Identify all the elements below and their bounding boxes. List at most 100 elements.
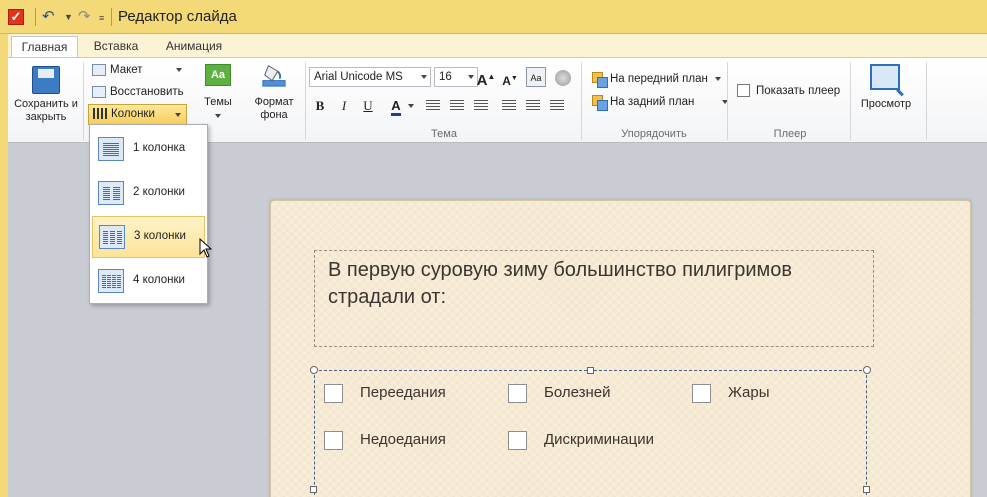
increase-font-icon[interactable]: A▲ xyxy=(476,67,496,89)
group-divider xyxy=(727,62,728,140)
restore-button[interactable]: Восстановить xyxy=(92,82,184,102)
font-color-icon[interactable]: A xyxy=(386,96,406,116)
tab-insert[interactable]: Вставка xyxy=(86,36,146,58)
font-name-value: Arial Unicode MS xyxy=(314,71,403,83)
menu-item-1-column[interactable]: 1 колонка xyxy=(92,129,205,171)
answer-checkbox[interactable] xyxy=(324,383,343,403)
show-player-check-icon xyxy=(737,84,750,98)
menu-item-4-columns[interactable]: 4 колонки xyxy=(92,261,205,303)
answer-checkbox[interactable] xyxy=(508,383,527,403)
align-left-icon[interactable] xyxy=(426,100,440,112)
font-size-value: 16 xyxy=(439,71,452,83)
decrease-indent-icon[interactable] xyxy=(526,100,540,112)
answer-label: Жары xyxy=(728,384,770,401)
tab-home[interactable]: Главная xyxy=(11,36,78,58)
answer-checkbox[interactable] xyxy=(324,430,343,450)
align-center-icon[interactable] xyxy=(450,100,464,112)
player-group-label: Плеер xyxy=(773,128,807,140)
one-column-icon xyxy=(98,137,124,161)
menu-item-2-columns[interactable]: 2 колонки xyxy=(92,173,205,215)
group-divider xyxy=(305,62,306,140)
resize-handle-top-right[interactable] xyxy=(863,366,871,374)
underline-icon[interactable]: U xyxy=(358,96,378,116)
ribbon-tab-bar: Главная Вставка Анимация xyxy=(8,34,987,58)
save-close-label: Сохранить и закрыть xyxy=(14,98,78,123)
answer-checkbox[interactable] xyxy=(508,430,527,450)
bring-front-caret-icon xyxy=(715,76,722,81)
resize-handle-top-middle[interactable] xyxy=(587,367,594,374)
themes-label: Темы xyxy=(204,96,232,108)
clear-format-icon[interactable] xyxy=(553,67,573,87)
layout-icon xyxy=(92,63,106,76)
resize-handle-bottom-right[interactable] xyxy=(863,486,870,493)
layout-caret-icon xyxy=(175,67,182,72)
redo-icon[interactable]: ↷ xyxy=(78,7,91,27)
app-check-icon[interactable]: ✓ xyxy=(8,9,24,25)
preview-label: Просмотр xyxy=(860,98,912,110)
bring-front-label: На передний план xyxy=(610,73,708,85)
save-close-button[interactable]: Сохранить и закрыть xyxy=(12,64,80,128)
font-color-caret-icon[interactable] xyxy=(408,104,414,108)
font-size-caret-icon xyxy=(468,75,474,79)
title-divider xyxy=(111,8,112,26)
layout-button[interactable]: Макет xyxy=(92,60,182,80)
undo-icon[interactable]: ↶ xyxy=(42,7,55,27)
window-title: Редактор слайда xyxy=(118,8,237,25)
change-case-icon[interactable]: Aa xyxy=(526,67,546,87)
bold-icon[interactable]: B xyxy=(310,96,330,116)
background-format-button[interactable]: Формат фона xyxy=(246,62,302,126)
show-player-label: Показать плеер xyxy=(756,85,841,97)
resize-handle-top-left[interactable] xyxy=(310,366,318,374)
preview-button[interactable]: Просмотр xyxy=(854,62,918,122)
columns-icon xyxy=(93,108,107,120)
question-text[interactable]: В первую суровую зиму большинство пилигр… xyxy=(328,257,868,311)
menu-item-3-columns[interactable]: 3 колонки xyxy=(92,216,205,258)
group-divider xyxy=(850,62,851,140)
italic-icon[interactable]: I xyxy=(334,96,354,116)
restore-label: Восстановить xyxy=(110,86,184,98)
bullet-list-icon[interactable] xyxy=(502,100,516,112)
two-columns-icon xyxy=(98,181,124,205)
resize-handle-bottom-left[interactable] xyxy=(310,486,317,493)
increase-indent-icon[interactable] xyxy=(550,100,564,112)
font-name-select[interactable]: Arial Unicode MS xyxy=(309,67,431,87)
themes-caret-icon xyxy=(215,114,221,118)
bring-front-icon xyxy=(592,71,608,88)
undo-dropdown-icon[interactable]: ▼ xyxy=(64,7,73,27)
group-divider xyxy=(83,62,84,140)
columns-button[interactable]: Колонки xyxy=(88,104,187,125)
answer-label: Недоедания xyxy=(360,431,446,448)
answer-option[interactable]: Дискриминации xyxy=(508,430,654,450)
preview-magnifier-icon xyxy=(870,64,900,90)
background-format-label: Формат фона xyxy=(254,96,294,121)
three-columns-icon xyxy=(99,225,125,249)
title-bar: ✓ ↶ ▼ ↷ ≡ Редактор слайда xyxy=(0,0,987,34)
font-size-select[interactable]: 16 xyxy=(434,67,478,87)
columns-caret-icon xyxy=(175,113,181,117)
answer-option[interactable]: Болезней xyxy=(508,383,611,403)
answer-option[interactable]: Недоедания xyxy=(324,430,446,450)
send-back-button[interactable]: На задний план xyxy=(592,92,728,112)
bring-front-button[interactable]: На передний план xyxy=(592,69,722,89)
theme-group-label: Тема xyxy=(431,128,457,140)
show-player-checkbox[interactable]: Показать плеер xyxy=(737,81,840,101)
answer-option[interactable]: Жары xyxy=(692,383,769,403)
mouse-cursor-icon xyxy=(199,238,213,258)
decrease-font-icon[interactable]: A▼ xyxy=(500,69,520,89)
themes-button[interactable]: Aa Темы xyxy=(196,62,240,126)
answer-label: Дискриминации xyxy=(544,431,654,448)
menu-item-label: 3 колонки xyxy=(134,230,186,242)
columns-label: Колонки xyxy=(111,108,155,120)
save-disk-icon xyxy=(32,66,60,94)
group-divider xyxy=(926,62,927,140)
answer-checkbox[interactable] xyxy=(692,383,711,403)
paint-bucket-icon xyxy=(262,65,286,87)
four-columns-icon xyxy=(98,269,124,293)
tab-animation[interactable]: Анимация xyxy=(158,36,230,58)
font-name-caret-icon xyxy=(421,75,427,79)
restore-icon xyxy=(92,85,106,98)
answer-option[interactable]: Переедания xyxy=(324,383,446,403)
align-right-icon[interactable] xyxy=(474,100,488,112)
customize-quick-access-icon[interactable]: ≡ xyxy=(99,8,104,28)
send-back-icon xyxy=(592,94,608,111)
